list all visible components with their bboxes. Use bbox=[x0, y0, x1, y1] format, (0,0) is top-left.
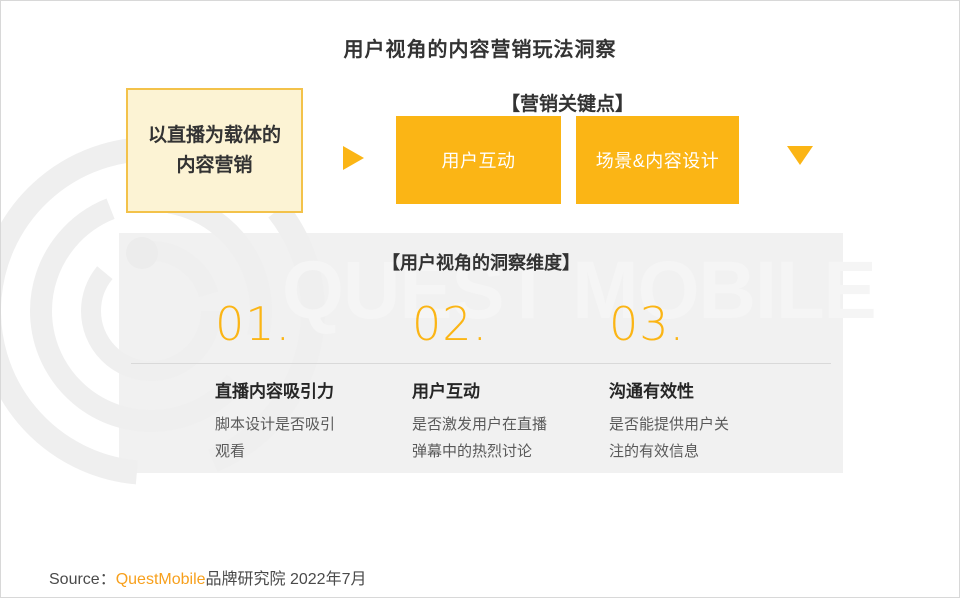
arrow-right-icon bbox=[343, 146, 364, 170]
page-title: 用户视角的内容营销玩法洞察 bbox=[1, 33, 959, 62]
dimension-column-2: 02. 用户互动 是否激发用户在直播 弹幕中的热烈讨论 bbox=[412, 301, 598, 465]
report-slide: QUEST MOBILE 用户视角的内容营销玩法洞察 以直播为载体的 内容营销 … bbox=[0, 0, 960, 598]
source-line: Source：QuestMobile品牌研究院 2022年7月 bbox=[49, 565, 366, 589]
keypoints-label: 【营销关键点】 bbox=[396, 89, 739, 116]
dimension-title: 用户互动 bbox=[412, 377, 598, 402]
carrier-box: 以直播为载体的 内容营销 bbox=[126, 88, 303, 213]
dimension-column-1: 01. 直播内容吸引力 脚本设计是否吸引 观看 bbox=[215, 301, 401, 465]
dimension-column-3: 03. 沟通有效性 是否能提供用户关 注的有效信息 bbox=[609, 301, 795, 465]
dimension-title: 沟通有效性 bbox=[609, 377, 795, 402]
keypoint-label: 用户互动 bbox=[442, 147, 516, 173]
dimension-description: 是否能提供用户关 注的有效信息 bbox=[609, 411, 795, 465]
dimension-description: 是否激发用户在直播 弹幕中的热烈讨论 bbox=[412, 411, 598, 465]
dimension-description: 脚本设计是否吸引 观看 bbox=[215, 411, 401, 465]
dimension-number: 01. bbox=[215, 301, 401, 347]
dimension-number: 02. bbox=[412, 301, 598, 347]
insight-panel-heading: 【用户视角的洞察维度】 bbox=[119, 249, 843, 275]
keypoint-box-user-interaction: 用户互动 bbox=[396, 116, 561, 204]
keypoint-label: 场景&内容设计 bbox=[596, 147, 720, 173]
source-prefix: Source： bbox=[49, 571, 116, 588]
keypoint-box-scene-content-design: 场景&内容设计 bbox=[576, 116, 739, 204]
dimension-title: 直播内容吸引力 bbox=[215, 377, 401, 402]
source-suffix: 品牌研究院 2022年7月 bbox=[206, 571, 367, 588]
source-brand: QuestMobile bbox=[116, 571, 206, 588]
arrow-down-icon bbox=[787, 146, 813, 165]
carrier-box-label: 以直播为载体的 内容营销 bbox=[148, 121, 281, 180]
dimension-number: 03. bbox=[609, 301, 795, 347]
